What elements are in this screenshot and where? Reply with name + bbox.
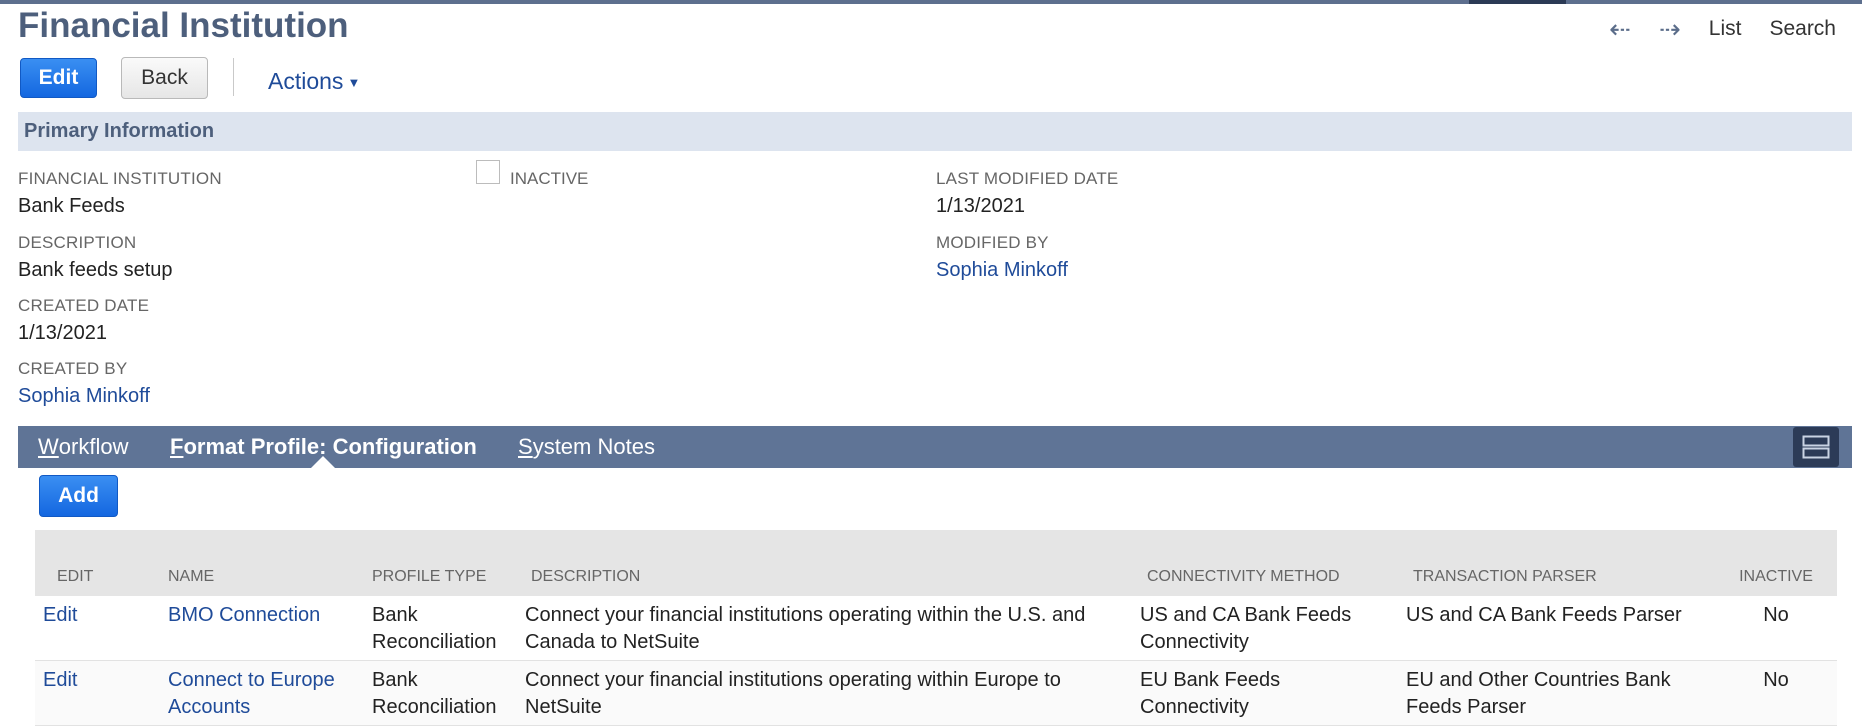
tab-system-notes-accesskey: S — [518, 434, 533, 459]
inactive-checkbox[interactable] — [476, 160, 500, 184]
inactive-label: INACTIVE — [510, 169, 589, 188]
primary-information-header: Primary Information — [18, 112, 1852, 151]
arrow-right-icon[interactable]: ⇢ — [1659, 16, 1681, 42]
last-modified-field: LAST MODIFIED DATE 1/13/2021 — [936, 169, 1118, 218]
table-header-row: EDIT NAME PROFILE TYPE DESCRIPTION CONNE… — [35, 530, 1837, 596]
table-row: Edit Connect to Europe Accounts Bank Rec… — [35, 660, 1837, 726]
created-by-link[interactable]: Sophia Minkoff — [18, 385, 150, 408]
row-name-link[interactable]: BMO Connection — [168, 604, 320, 626]
row-connectivity-method: US and CA Bank Feeds Connectivity — [1132, 596, 1398, 661]
row-transaction-parser: US and CA Bank Feeds Parser — [1398, 596, 1715, 661]
top-accent-bar — [0, 0, 1862, 4]
column-header-edit: EDIT — [35, 530, 148, 596]
tab-system-notes-label: ystem Notes — [532, 434, 655, 459]
created-by-label: CREATED BY — [18, 359, 128, 378]
list-link[interactable]: List — [1709, 17, 1742, 41]
row-transaction-parser: EU and Other Countries Bank Feeds Parser — [1398, 660, 1715, 726]
financial-institution-value: Bank Feeds — [18, 195, 125, 217]
search-link[interactable]: Search — [1769, 17, 1836, 41]
description-value: Bank feeds setup — [18, 259, 173, 281]
description-field: DESCRIPTION Bank feeds setup — [18, 233, 173, 282]
page-title: Financial Institution — [18, 6, 349, 45]
tab-workflow[interactable]: Workflow — [38, 426, 128, 468]
caret-down-icon: ▼ — [347, 75, 361, 91]
row-inactive: No — [1715, 660, 1837, 726]
column-header-name: NAME — [148, 530, 364, 596]
layout-rows-icon — [1802, 435, 1830, 459]
row-profile-type: Bank Reconciliation — [364, 660, 517, 726]
created-date-value: 1/13/2021 — [18, 322, 107, 344]
column-header-connectivity-method: CONNECTIVITY METHOD — [1132, 530, 1398, 596]
record-nav: ⇠ ⇢ List Search — [1609, 16, 1836, 42]
add-button[interactable]: Add — [39, 475, 118, 517]
row-edit-link[interactable]: Edit — [43, 669, 77, 691]
created-by-field: CREATED BY Sophia Minkoff — [18, 359, 150, 408]
toolbar-divider — [233, 58, 234, 96]
last-modified-value: 1/13/2021 — [936, 195, 1025, 217]
format-profile-table: EDIT NAME PROFILE TYPE DESCRIPTION CONNE… — [35, 530, 1837, 726]
table-row: Edit BMO Connection Bank Reconciliation … — [35, 596, 1837, 661]
modified-by-label: MODIFIED BY — [936, 233, 1049, 252]
tab-format-profile-accesskey: F — [170, 434, 184, 459]
active-tab-pointer — [311, 456, 335, 468]
tab-workflow-accesskey: W — [38, 434, 59, 459]
column-header-profile-type: PROFILE TYPE — [364, 530, 517, 596]
top-accent-highlight — [1469, 0, 1566, 4]
modified-by-link[interactable]: Sophia Minkoff — [936, 259, 1068, 282]
arrow-left-icon[interactable]: ⇠ — [1609, 16, 1631, 42]
created-date-field: CREATED DATE 1/13/2021 — [18, 296, 149, 345]
modified-by-field: MODIFIED BY Sophia Minkoff — [936, 233, 1068, 282]
row-profile-type: Bank Reconciliation — [364, 596, 517, 661]
last-modified-label: LAST MODIFIED DATE — [936, 169, 1119, 188]
financial-institution-label: FINANCIAL INSTITUTION — [18, 169, 222, 188]
subtab-bar: Workflow Format Profile: Configuration S… — [18, 426, 1852, 468]
description-label: DESCRIPTION — [18, 233, 137, 252]
column-header-transaction-parser: TRANSACTION PARSER — [1398, 530, 1715, 596]
row-connectivity-method: EU Bank Feeds Connectivity — [1132, 660, 1398, 726]
tab-system-notes[interactable]: System Notes — [518, 426, 655, 468]
column-header-description: DESCRIPTION — [517, 530, 1132, 596]
created-date-label: CREATED DATE — [18, 296, 150, 315]
tab-workflow-label: orkflow — [58, 434, 129, 459]
back-button[interactable]: Back — [121, 57, 208, 99]
layout-toggle-button[interactable] — [1793, 427, 1839, 467]
actions-menu[interactable]: Actions ▼ — [268, 68, 360, 95]
row-description: Connect your financial institutions oper… — [517, 660, 1132, 726]
column-header-inactive: INACTIVE — [1715, 530, 1837, 596]
row-edit-link[interactable]: Edit — [43, 604, 77, 626]
actions-label: Actions — [268, 68, 344, 94]
row-name-link[interactable]: Connect to Europe Accounts — [168, 669, 335, 718]
row-description: Connect your financial institutions oper… — [517, 596, 1132, 661]
row-inactive: No — [1715, 596, 1837, 661]
edit-button[interactable]: Edit — [20, 58, 97, 98]
financial-institution-field: FINANCIAL INSTITUTION Bank Feeds — [18, 169, 222, 218]
